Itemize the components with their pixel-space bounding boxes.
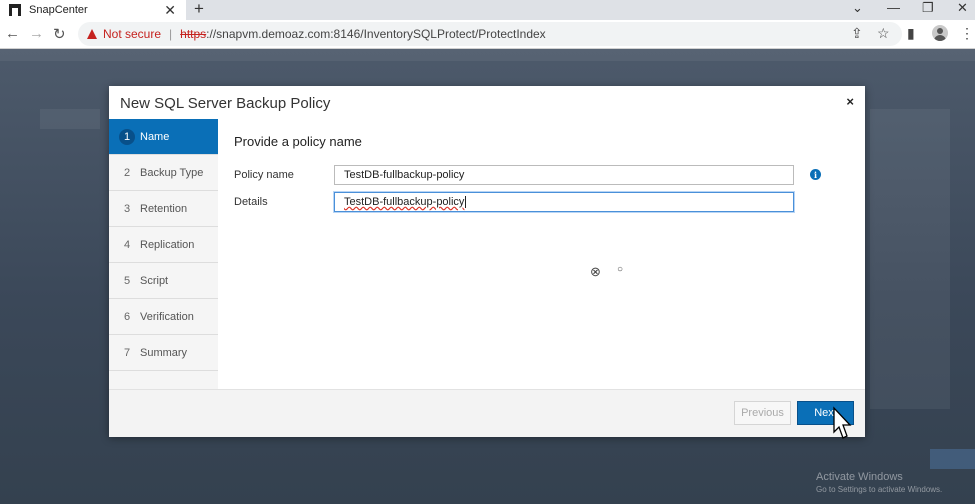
snapcenter-logo-icon xyxy=(9,4,21,16)
step-retention[interactable]: 3 Retention xyxy=(109,191,218,227)
dialog-footer: Previous Next xyxy=(109,389,865,437)
browser-toolbar: ← → ↻ Not secure | https ://snapvm.demoa… xyxy=(0,20,975,49)
window-close-icon[interactable]: ✕ xyxy=(957,0,968,16)
policy-name-label: Policy name xyxy=(234,169,294,181)
tab-close-icon[interactable]: ✕ xyxy=(164,2,176,19)
mouse-pointer-icon xyxy=(833,406,852,439)
activate-windows-title: Activate Windows xyxy=(816,471,903,483)
step-label: Script xyxy=(140,274,169,287)
tab-search-icon[interactable]: ⌄ xyxy=(852,0,863,16)
step-label: Summary xyxy=(140,346,188,359)
step-number: 4 xyxy=(123,238,131,251)
warning-icon xyxy=(87,29,97,39)
step-name[interactable]: 1 Name xyxy=(109,119,218,155)
tab-title: SnapCenter xyxy=(29,4,88,16)
text-caret xyxy=(465,196,467,208)
not-secure-label[interactable]: Not secure xyxy=(103,27,161,41)
new-tab-button[interactable]: + xyxy=(194,0,204,19)
wizard-steps: 1 Name 2 Backup Type 3 Retention 4 Repli… xyxy=(109,119,218,389)
activate-windows-watermark: Activate Windows Go to Settings to activ… xyxy=(816,471,942,494)
dialog-title: New SQL Server Backup Policy xyxy=(120,95,331,112)
step-backup-type[interactable]: 2 Backup Type xyxy=(109,155,218,191)
dialog-close-icon[interactable]: × xyxy=(846,94,854,109)
step-verification[interactable]: 6 Verification xyxy=(109,299,218,335)
browser-tab[interactable]: SnapCenter ✕ xyxy=(0,0,186,20)
background-block xyxy=(40,109,100,129)
step-label: Backup Type xyxy=(140,166,204,179)
omnibox-divider: | xyxy=(169,27,173,41)
step-number: 1 xyxy=(119,128,135,145)
step-label: Name xyxy=(140,130,170,143)
share-icon[interactable]: ⇪ xyxy=(851,25,863,42)
dialog-header: New SQL Server Backup Policy × xyxy=(109,86,865,120)
section-title: Provide a policy name xyxy=(234,134,362,149)
details-value: TestDB-fullbackup-policy xyxy=(344,196,465,208)
loading-circle-icon: ○ xyxy=(617,264,624,275)
step-number: 6 xyxy=(123,310,131,323)
backup-policy-dialog: New SQL Server Backup Policy × 1 Name 2 … xyxy=(109,86,865,437)
activate-windows-subtitle: Go to Settings to activate Windows. xyxy=(816,485,943,494)
side-panel-icon[interactable]: ▮ xyxy=(907,25,915,42)
profile-avatar-icon[interactable] xyxy=(932,25,948,41)
loading-cancel-icon: ⊗ xyxy=(590,264,601,279)
policy-name-value: TestDB-fullbackup-policy xyxy=(344,169,465,181)
minimize-icon[interactable]: — xyxy=(887,0,900,15)
bookmark-star-icon[interactable]: ☆ xyxy=(877,25,890,42)
background-button xyxy=(930,449,975,469)
policy-name-input[interactable]: TestDB-fullbackup-policy xyxy=(334,165,794,185)
url-text: ://snapvm.demoaz.com:8146/InventorySQLPr… xyxy=(206,27,546,41)
address-bar[interactable]: Not secure | https ://snapvm.demoaz.com:… xyxy=(78,22,902,46)
details-label: Details xyxy=(234,196,268,208)
step-number: 7 xyxy=(123,346,131,359)
background-header xyxy=(0,49,975,61)
background-column xyxy=(870,109,950,409)
dialog-content: Provide a policy name Policy name TestDB… xyxy=(218,119,865,389)
reload-icon[interactable]: ↻ xyxy=(53,25,66,43)
previous-button[interactable]: Previous xyxy=(734,401,791,425)
step-replication[interactable]: 4 Replication xyxy=(109,227,218,263)
back-icon[interactable]: ← xyxy=(5,25,20,42)
step-label: Replication xyxy=(140,238,195,251)
step-summary[interactable]: 7 Summary xyxy=(109,335,218,371)
browser-tab-bar: SnapCenter ✕ + ⌄ — ❐ ✕ xyxy=(0,0,975,20)
step-script[interactable]: 5 Script xyxy=(109,263,218,299)
step-number: 2 xyxy=(123,166,131,179)
step-number: 5 xyxy=(123,274,131,287)
step-number: 3 xyxy=(123,202,131,215)
info-icon[interactable]: i xyxy=(810,169,821,180)
url-scheme: https xyxy=(180,27,207,41)
browser-menu-icon[interactable]: ⋮ xyxy=(960,25,974,42)
step-label: Verification xyxy=(140,310,194,323)
forward-icon[interactable]: → xyxy=(29,25,44,42)
details-input[interactable]: TestDB-fullbackup-policy xyxy=(334,192,794,212)
restore-icon[interactable]: ❐ xyxy=(922,0,934,16)
step-label: Retention xyxy=(140,202,188,215)
